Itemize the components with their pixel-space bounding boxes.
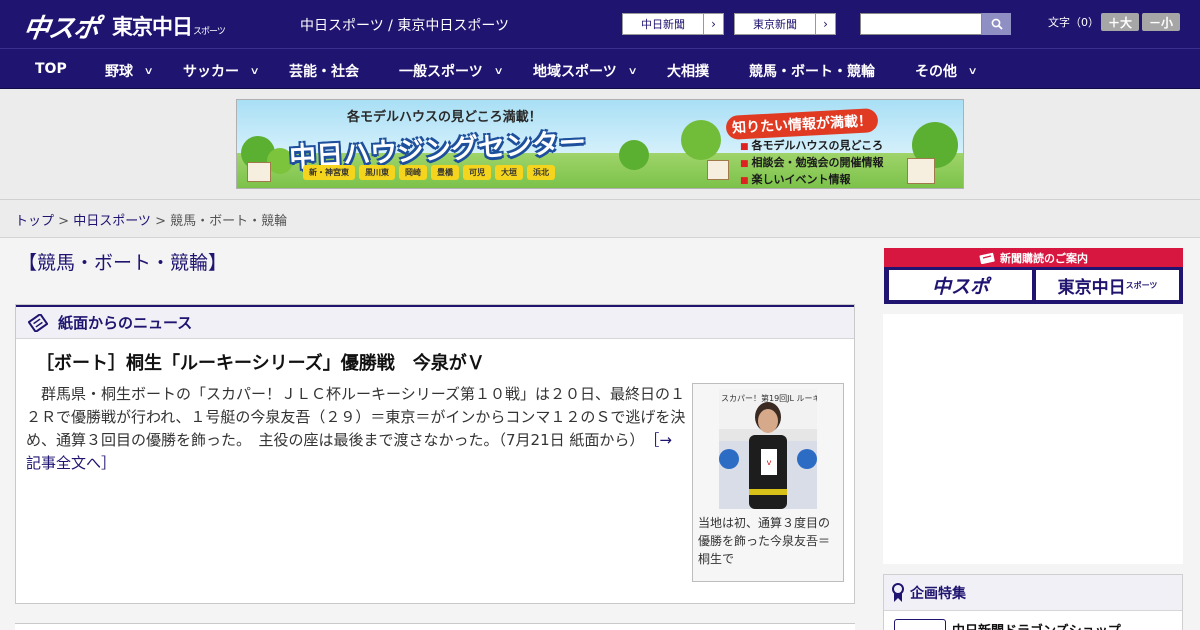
housing-center-ad-banner[interactable]: 各モデルハウスの見どころ満載！ 中日ハウジングセンター 新・神宮東 黒川東 岡崎… <box>236 99 964 189</box>
search-input[interactable] <box>860 13 982 35</box>
medal-icon <box>892 582 904 602</box>
chuspo-logo[interactable]: 中スポ <box>21 8 101 45</box>
banner-feature: 各モデルハウスの見どころ <box>740 138 884 155</box>
nav-item-keiba-boat-keirin[interactable]: 競馬・ボート・競輪 <box>749 61 875 81</box>
site-name: 中日スポーツ / 東京中日スポーツ <box>300 18 510 34</box>
feature-item-dragons-shop[interactable]: 中日新聞ドラゴンズショップ <box>894 619 1121 630</box>
article-photo-box: スカパー！第19回JL ルーキーシリーズ第 7/ 17・18・19 ｖ 当地は初… <box>692 383 844 582</box>
sidebar-ad-slot[interactable] <box>883 314 1183 564</box>
chevron-right-icon: › <box>815 14 835 34</box>
nav-item-baseball[interactable]: 野球 ∨ <box>105 61 154 81</box>
site-header: 中スポ 東京中日スポーツ 中日スポーツ / 東京中日スポーツ 中日新聞 › 東京… <box>0 0 1200 48</box>
nav-label: 芸能・社会 <box>289 64 359 80</box>
banner-right-title: 知りたい情報が満載！ <box>725 108 879 140</box>
nav-item-general-sports[interactable]: 一般スポーツ ∨ <box>399 61 504 81</box>
subscribe-tokyo-small: スポーツ <box>1125 280 1158 290</box>
feature-title: 企画特集 <box>910 585 966 602</box>
chunichi-shimbun-label: 中日新聞 <box>641 18 685 31</box>
news-from-paper-box: 紙面からのニュース ［ボート］桐生「ルーキーシリーズ」優勝戦 今泉がＶ 群馬県・… <box>15 304 855 604</box>
breadcrumb-separator: > <box>54 214 74 229</box>
tree-decoration <box>619 140 649 170</box>
banner-town-list: 新・神宮東 黒川東 岡崎 豊橋 可児 大垣 浜北 <box>303 165 555 180</box>
nav-label: 競馬・ボート・競輪 <box>749 64 875 80</box>
subscribe-title-text: 新聞購読のご案内 <box>1000 251 1088 265</box>
tokyo-shimbun-link[interactable]: 東京新聞 › <box>734 13 836 35</box>
tokyo-logo-text: 東京中日 <box>112 15 193 39</box>
racer-photo-image: スカパー！第19回JL ルーキーシリーズ第 7/ 17・18・19 ｖ <box>719 389 817 509</box>
nav-label: 一般スポーツ <box>399 64 483 80</box>
nav-item-other[interactable]: その他 ∨ <box>915 61 978 81</box>
article-body: 群馬県・桐生ボートの「スカパー！ＪＬＣ杯ルーキーシリーズ第１０戦」は２０日、最終… <box>26 385 686 449</box>
font-smaller-button[interactable]: －小 <box>1142 13 1180 31</box>
house-decoration <box>907 158 935 184</box>
nav-item-soccer[interactable]: サッカー ∨ <box>183 61 260 81</box>
banner-town: 岡崎 <box>399 165 427 180</box>
tokyo-chunichi-logo[interactable]: 東京中日スポーツ <box>112 11 226 41</box>
banner-town: 黒川東 <box>359 165 395 180</box>
banner-town: 新・神宮東 <box>303 165 355 180</box>
page-title: 【競馬・ボート・競輪】 <box>18 252 228 274</box>
nav-item-entertainment[interactable]: 芸能・社会 <box>289 61 359 81</box>
nav-label: 野球 <box>105 64 133 80</box>
news-section-label: 紙面からのニュース <box>58 314 193 332</box>
nav-label: その他 <box>915 64 957 80</box>
banner-town: 浜北 <box>527 165 555 180</box>
tree-decoration <box>681 120 721 160</box>
banner-area: 各モデルハウスの見どころ満載！ 中日ハウジングセンター 新・神宮東 黒川東 岡崎… <box>0 89 1200 200</box>
subscribe-tokyo-chunichi-button[interactable]: 東京中日 スポーツ <box>1036 270 1179 300</box>
breadcrumb-section-link[interactable]: 中日スポーツ <box>73 214 151 229</box>
article-headline[interactable]: ［ボート］桐生「ルーキーシリーズ」優勝戦 今泉がＶ <box>36 349 485 375</box>
nav-label: 地域スポーツ <box>533 64 617 80</box>
banner-town: 可児 <box>463 165 491 180</box>
subscribe-tokyo-text: 東京中日 <box>1057 277 1126 298</box>
banner-feature: 楽しいイベント情報 <box>740 172 884 188</box>
chevron-down-icon: ∨ <box>249 65 260 77</box>
banner-feature: 相談会・勉強会の開催情報 <box>740 155 884 172</box>
feature-item-title: 中日新聞ドラゴンズショップ <box>952 620 1121 630</box>
nav-item-sumo[interactable]: 大相撲 <box>667 61 709 81</box>
breadcrumb-home-link[interactable]: トップ <box>15 214 54 229</box>
banner-feature-list: 各モデルハウスの見どころ 相談会・勉強会の開催情報 楽しいイベント情報 <box>740 138 884 188</box>
article-photo[interactable]: スカパー！第19回JL ルーキーシリーズ第 7/ 17・18・19 ｖ <box>719 389 817 509</box>
feature-header: 企画特集 <box>884 575 1182 611</box>
chevron-down-icon: ∨ <box>143 65 154 77</box>
photo-caption: 当地は初、通算３度目の優勝を飾った今泉友吾＝桐生で <box>698 516 831 566</box>
chunichi-shimbun-link[interactable]: 中日新聞 › <box>622 13 724 35</box>
photo-board-text: スカパー！第19回JL ルーキーシリーズ第 7/ 17・18・19 <box>721 393 817 403</box>
banner-town: 豊橋 <box>431 165 459 180</box>
font-size-label: 文字（0） <box>1048 16 1099 29</box>
feature-thumbnail <box>894 619 946 630</box>
banner-top-line: 各モデルハウスの見どころ満載！ <box>347 110 542 125</box>
newspaper-icon <box>28 313 48 332</box>
chevron-down-icon: ∨ <box>967 65 978 77</box>
article-summary: 群馬県・桐生ボートの「スカパー！ＪＬＣ杯ルーキーシリーズ第１０戦」は２０日、最終… <box>26 383 686 475</box>
ticket-icon <box>979 252 995 264</box>
breadcrumb: トップ > 中日スポーツ > 競馬・ボート・競輪 <box>0 200 1200 238</box>
house-decoration <box>707 160 729 180</box>
breadcrumb-current: 競馬・ボート・競輪 <box>170 214 288 229</box>
nav-label: TOP <box>35 61 67 77</box>
nav-label: サッカー <box>183 64 239 80</box>
subscribe-chuspo-button[interactable]: 中スポ <box>889 270 1032 300</box>
house-decoration <box>247 162 271 182</box>
breadcrumb-separator: > <box>150 214 171 229</box>
banner-town: 大垣 <box>495 165 523 180</box>
feature-special-box: 企画特集 中日新聞ドラゴンズショップ <box>883 574 1183 630</box>
tokyo-shimbun-label: 東京新聞 <box>753 18 797 31</box>
font-bigger-button[interactable]: ＋大 <box>1101 13 1139 31</box>
main-content: 【競馬・ボート・競輪】 紙面からのニュース ［ボート］桐生「ルーキーシリーズ」優… <box>0 238 1200 630</box>
nav-item-local-sports[interactable]: 地域スポーツ ∨ <box>533 61 638 81</box>
search-button[interactable] <box>982 13 1011 35</box>
subscribe-title: 新聞購読のご案内 <box>884 248 1183 267</box>
nav-label: 大相撲 <box>667 64 709 80</box>
tokyo-logo-small: スポーツ <box>193 27 226 37</box>
chevron-right-icon: › <box>703 14 723 34</box>
svg-text:ｖ: ｖ <box>765 458 773 467</box>
next-news-box <box>15 623 855 630</box>
search-icon <box>991 18 1003 30</box>
news-section-header: 紙面からのニュース <box>16 305 854 339</box>
chevron-down-icon: ∨ <box>493 65 504 77</box>
nav-item-top[interactable]: TOP <box>35 61 67 77</box>
chevron-down-icon: ∨ <box>627 65 638 77</box>
